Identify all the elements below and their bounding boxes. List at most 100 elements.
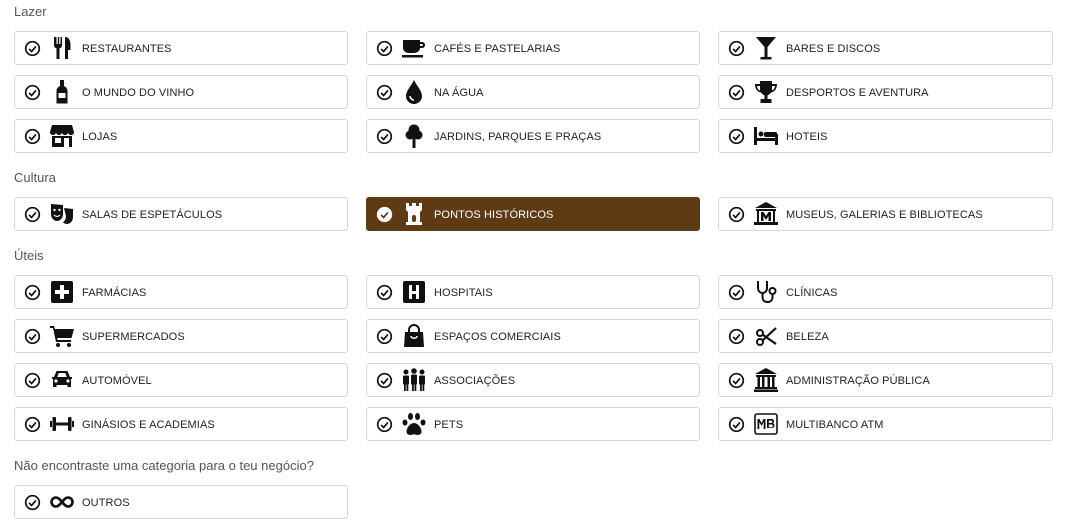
category-multibanco[interactable]: MULTIBANCO ATM	[718, 407, 1053, 441]
check-circle-icon	[728, 128, 745, 145]
hospital-icon	[402, 280, 426, 304]
category-espacos[interactable]: ESPAÇOS COMERCIAIS	[366, 319, 700, 353]
category-label: PONTOS HISTÓRICOS	[434, 209, 554, 221]
theater-masks-icon	[50, 202, 74, 226]
category-pontos[interactable]: PONTOS HISTÓRICOS	[366, 197, 700, 231]
scissors-icon	[754, 324, 778, 348]
category-label: ASSOCIAÇÕES	[434, 375, 516, 387]
category-label: CAFÉS E PASTELARIAS	[434, 43, 561, 55]
check-circle-icon	[376, 284, 393, 301]
category-label: GINÁSIOS E ACADEMIAS	[82, 419, 215, 431]
cocktail-glass-icon	[754, 36, 778, 60]
category-vinho[interactable]: O MUNDO DO VINHO	[14, 75, 348, 109]
check-circle-icon	[24, 128, 41, 145]
trophy-icon	[754, 80, 778, 104]
dumbbell-icon	[50, 412, 74, 436]
category-label: BELEZA	[786, 331, 829, 343]
category-administracao[interactable]: ADMINISTRAÇÃO PÚBLICA	[718, 363, 1053, 397]
check-circle-icon	[24, 494, 41, 511]
category-supermercados[interactable]: SUPERMERCADOS	[14, 319, 348, 353]
category-label: HOSPITAIS	[434, 287, 493, 299]
check-circle-icon	[728, 416, 745, 433]
castle-tower-icon	[402, 202, 426, 226]
category-label: FARMÁCIAS	[82, 287, 147, 299]
category-cafes[interactable]: CAFÉS E PASTELARIAS	[366, 31, 700, 65]
category-label: LOJAS	[82, 131, 118, 143]
category-label: PETS	[434, 419, 464, 431]
tree-icon	[402, 124, 426, 148]
category-label: MUSEUS, GALERIAS E BIBLIOTECAS	[786, 209, 983, 221]
category-salas[interactable]: SALAS DE ESPETÁCULOS	[14, 197, 348, 231]
shopping-cart-icon	[50, 324, 74, 348]
category-label: HOTEIS	[786, 131, 828, 143]
category-automovel[interactable]: AUTOMÓVEL	[14, 363, 348, 397]
category-clinicas[interactable]: CLÍNICAS	[718, 275, 1053, 309]
check-circle-icon	[728, 372, 745, 389]
category-beleza[interactable]: BELEZA	[718, 319, 1053, 353]
government-building-icon	[754, 368, 778, 392]
category-label: SALAS DE ESPETÁCULOS	[82, 209, 223, 221]
check-circle-icon	[376, 372, 393, 389]
category-agua[interactable]: NA ÁGUA	[366, 75, 700, 109]
category-label: ADMINISTRAÇÃO PÚBLICA	[786, 375, 930, 387]
section-title-cultura: Cultura	[14, 170, 56, 185]
category-associacoes[interactable]: ASSOCIAÇÕES	[366, 363, 700, 397]
category-label: BARES E DISCOS	[786, 43, 881, 55]
category-desportos[interactable]: DESPORTOS E AVENTURA	[718, 75, 1053, 109]
check-circle-icon	[376, 128, 393, 145]
category-hospitais[interactable]: HOSPITAIS	[366, 275, 700, 309]
infinity-icon	[50, 490, 74, 514]
category-lojas[interactable]: LOJAS	[14, 119, 348, 153]
check-circle-icon	[728, 284, 745, 301]
category-ginasios[interactable]: GINÁSIOS E ACADEMIAS	[14, 407, 348, 441]
check-circle-icon	[24, 416, 41, 433]
check-circle-icon	[728, 206, 745, 223]
check-circle-icon	[728, 84, 745, 101]
category-bares[interactable]: BARES E DISCOS	[718, 31, 1053, 65]
coffee-cup-icon	[402, 36, 426, 60]
multibanco-icon	[754, 412, 778, 436]
category-label: DESPORTOS E AVENTURA	[786, 87, 929, 99]
stethoscope-icon	[754, 280, 778, 304]
category-museus[interactable]: MUSEUS, GALERIAS E BIBLIOTECAS	[718, 197, 1053, 231]
category-label: SUPERMERCADOS	[82, 331, 185, 343]
category-label: MULTIBANCO ATM	[786, 419, 884, 431]
store-icon	[50, 124, 74, 148]
museum-icon	[754, 202, 778, 226]
check-circle-icon	[376, 206, 393, 223]
section-title-lazer: Lazer	[14, 4, 47, 19]
wine-bottle-icon	[50, 80, 74, 104]
section-title-uteis: Úteis	[14, 248, 44, 263]
check-circle-icon	[376, 328, 393, 345]
check-circle-icon	[376, 40, 393, 57]
check-circle-icon	[24, 40, 41, 57]
category-label: NA ÁGUA	[434, 87, 484, 99]
check-circle-icon	[376, 84, 393, 101]
category-hoteis[interactable]: HOTEIS	[718, 119, 1053, 153]
category-label: ESPAÇOS COMERCIAIS	[434, 331, 561, 343]
category-jardins[interactable]: JARDINS, PARQUES E PRAÇAS	[366, 119, 700, 153]
category-outros[interactable]: OUTROS	[14, 485, 348, 519]
category-farmacias[interactable]: FARMÁCIAS	[14, 275, 348, 309]
paw-icon	[402, 412, 426, 436]
fork-knife-icon	[50, 36, 74, 60]
category-label: JARDINS, PARQUES E PRAÇAS	[434, 131, 602, 143]
category-restaurantes[interactable]: RESTAURANTES	[14, 31, 348, 65]
category-pets[interactable]: PETS	[366, 407, 700, 441]
check-circle-icon	[376, 416, 393, 433]
category-label: OUTROS	[82, 497, 130, 509]
check-circle-icon	[728, 40, 745, 57]
category-label: RESTAURANTES	[82, 43, 172, 55]
car-icon	[50, 368, 74, 392]
check-circle-icon	[728, 328, 745, 345]
check-circle-icon	[24, 284, 41, 301]
shopping-bag-icon	[402, 324, 426, 348]
pharmacy-cross-icon	[50, 280, 74, 304]
category-label: O MUNDO DO VINHO	[82, 87, 195, 99]
check-circle-icon	[24, 328, 41, 345]
check-circle-icon	[24, 206, 41, 223]
check-circle-icon	[24, 84, 41, 101]
water-drop-icon	[402, 80, 426, 104]
bed-icon	[754, 124, 778, 148]
category-label: CLÍNICAS	[786, 287, 838, 299]
